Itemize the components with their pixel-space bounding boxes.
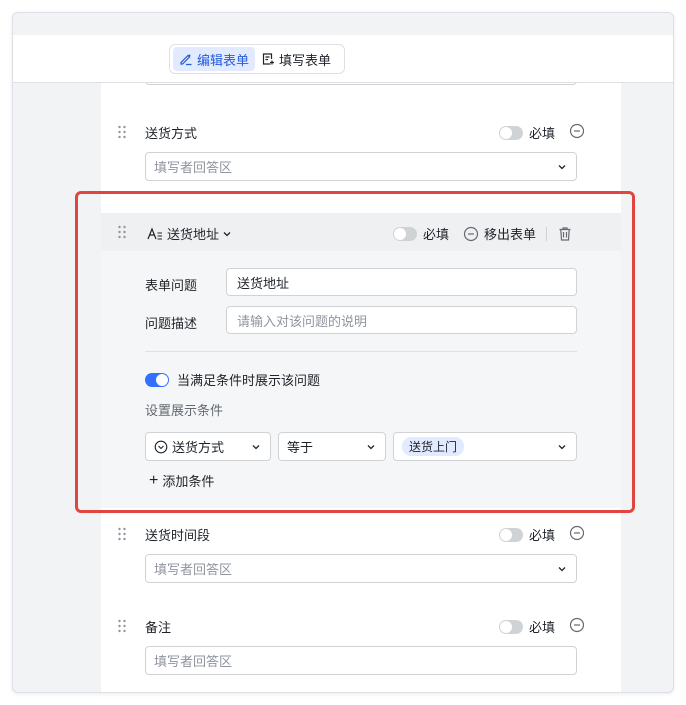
show-condition-switch[interactable]: 当满足条件时展示该问题 xyxy=(145,370,320,389)
condition-operator-value: 等于 xyxy=(287,440,314,455)
question-title: 备注 xyxy=(145,620,172,635)
condition-value-tag: 送货上门 xyxy=(402,437,465,456)
text-type-icon xyxy=(147,226,162,240)
answer-dropdown[interactable]: 填写者回答区 xyxy=(145,152,577,181)
description-placeholder: 请输入对该问题的说明 xyxy=(237,313,368,329)
pencil-icon xyxy=(180,54,192,66)
form-header: 编辑表单 填写表单 xyxy=(13,35,673,83)
fill-form-icon xyxy=(262,53,275,65)
app-window: 编辑表单 填写表单 送货方式 必填 填写者回答区 送货地址 必填 移出表单 表单… xyxy=(12,12,674,693)
card-header-actions: 必填 移出表单 xyxy=(392,224,573,243)
remove-circle-icon[interactable] xyxy=(569,123,585,139)
remove-circle-icon[interactable] xyxy=(569,617,585,633)
chevron-down-icon xyxy=(558,567,566,572)
form-question-label: 表单问题 xyxy=(145,278,198,293)
required-toggle[interactable] xyxy=(499,527,523,542)
edit-form-label: 编辑表单 xyxy=(197,52,250,68)
condition-value-select[interactable]: 送货上门 xyxy=(393,432,577,461)
question-title: 送货时间段 xyxy=(145,528,211,543)
answer-dropdown[interactable]: 填写者回答区 xyxy=(145,554,577,583)
question-remarks: 备注 必填 填写者回答区 xyxy=(101,615,621,685)
question-title: 送货方式 xyxy=(145,126,198,141)
answer-placeholder: 填写者回答区 xyxy=(154,654,233,669)
form-canvas: 送货方式 必填 填写者回答区 送货地址 必填 移出表单 表单问题 送货地址 问题… xyxy=(13,75,673,692)
chevron-down-icon xyxy=(252,445,260,450)
condition-field-select[interactable]: 送货方式 xyxy=(145,432,271,461)
required-switch[interactable]: 必填 xyxy=(499,123,555,142)
drag-handle-icon[interactable] xyxy=(117,225,127,239)
required-label: 必填 xyxy=(422,227,449,242)
required-label: 必填 xyxy=(529,528,556,543)
form-question-value: 送货地址 xyxy=(237,275,290,291)
condition-toggle-label: 当满足条件时展示该问题 xyxy=(177,373,321,388)
required-label: 必填 xyxy=(529,620,556,635)
divider xyxy=(546,226,547,241)
required-toggle[interactable] xyxy=(392,226,417,241)
drag-handle-icon[interactable] xyxy=(117,619,127,633)
description-label: 问题描述 xyxy=(145,316,198,331)
required-switch[interactable]: 必填 xyxy=(499,525,555,544)
dropdown-type-icon xyxy=(154,440,168,453)
required-label: 必填 xyxy=(529,126,556,141)
add-condition-label: 添加条件 xyxy=(162,474,215,489)
plus-icon: + xyxy=(149,472,159,489)
answer-placeholder: 填写者回答区 xyxy=(154,160,233,175)
chevron-down-icon xyxy=(558,445,566,450)
fill-form-label: 填写表单 xyxy=(279,52,332,68)
condition-field-value: 送货方式 xyxy=(172,440,225,455)
chevron-down-icon xyxy=(558,165,566,170)
card-header: 送货地址 必填 移出表单 xyxy=(101,213,621,251)
field-type-selector[interactable]: 送货地址 xyxy=(147,224,232,243)
condition-toggle[interactable] xyxy=(145,372,169,387)
remove-from-form-button[interactable]: 移出表单 xyxy=(484,224,536,243)
question-delivery-address-card: 送货地址 必填 移出表单 表单问题 送货地址 问题描述 请输入对该问题的说明 当… xyxy=(101,213,621,508)
trash-icon[interactable] xyxy=(557,226,573,242)
window-topbar xyxy=(13,13,673,35)
chevron-down-icon xyxy=(367,445,375,450)
question-delivery-time: 送货时间段 必填 填写者回答区 xyxy=(101,523,621,593)
fill-form-tab[interactable]: 填写表单 xyxy=(255,47,337,71)
remove-circle-icon[interactable] xyxy=(463,226,479,242)
chevron-down-icon xyxy=(223,231,231,236)
answer-placeholder: 填写者回答区 xyxy=(154,562,233,577)
description-input[interactable]: 请输入对该问题的说明 xyxy=(226,306,577,334)
remove-circle-icon[interactable] xyxy=(569,525,585,541)
drag-handle-icon[interactable] xyxy=(117,125,127,139)
form-paper: 送货方式 必填 填写者回答区 送货地址 必填 移出表单 表单问题 送货地址 问题… xyxy=(101,75,621,692)
required-toggle[interactable] xyxy=(499,125,523,140)
mode-switch: 编辑表单 填写表单 xyxy=(169,44,345,74)
condition-operator-select[interactable]: 等于 xyxy=(278,432,386,461)
required-toggle[interactable] xyxy=(499,619,523,634)
question-delivery-method: 送货方式 必填 填写者回答区 xyxy=(101,121,621,191)
drag-handle-icon[interactable] xyxy=(117,527,127,541)
divider xyxy=(145,351,577,352)
field-type-title: 送货地址 xyxy=(167,227,220,242)
required-switch[interactable]: 必填 xyxy=(499,617,555,636)
set-condition-label: 设置展示条件 xyxy=(145,403,224,418)
form-question-input[interactable]: 送货地址 xyxy=(226,268,577,296)
add-condition-button[interactable]: + 添加条件 xyxy=(149,471,214,490)
answer-textarea[interactable]: 填写者回答区 xyxy=(145,646,577,675)
edit-form-tab[interactable]: 编辑表单 xyxy=(173,47,256,71)
